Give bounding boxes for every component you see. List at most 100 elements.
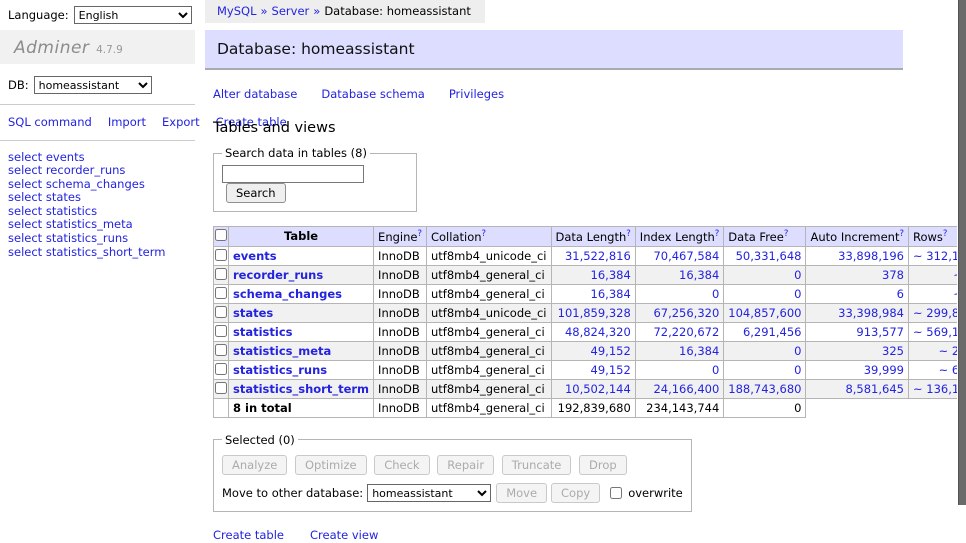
auto_increment-link[interactable]: 325 [882,344,904,358]
create-table-link[interactable]: Create table [213,528,284,542]
data_length-link[interactable]: 101,859,328 [558,306,631,320]
language-select[interactable]: English [74,6,192,24]
move-row: Move to other database:homeassistantMove… [222,483,683,503]
analyze-button[interactable]: Analyze [222,455,287,475]
help-icon[interactable]: ? [482,229,487,239]
index_length-link[interactable]: 0 [712,287,719,301]
data_free-link[interactable]: 6,291,456 [743,325,802,339]
row-checkbox[interactable] [215,325,227,337]
vertical-scrollbar-thumb[interactable] [958,0,966,505]
optimize-button[interactable]: Optimize [295,455,367,475]
search-button[interactable]: Search [226,183,286,203]
check-button[interactable]: Check [374,455,429,475]
auto_increment-link[interactable]: 33,898,196 [838,249,904,263]
index_length-link[interactable]: 67,256,320 [653,306,719,320]
index_length-link[interactable]: 70,467,584 [653,249,719,263]
brand-version[interactable]: 4.7.9 [96,44,123,56]
auto_increment-link[interactable]: 8,581,645 [845,382,904,396]
data_free-link[interactable]: 188,743,680 [728,382,801,396]
breadcrumb-link-server[interactable]: Server [272,4,310,18]
alter-database-link[interactable]: Alter database [213,87,297,101]
create-view-link[interactable]: Create view [310,528,378,542]
repair-button[interactable]: Repair [437,455,494,475]
sidebar-item-select-states[interactable]: select states [8,191,195,205]
data_length-link[interactable]: 48,824,320 [565,325,631,339]
collation-cell: utf8mb4_general_ci [426,265,551,284]
vertical-scrollbar-track[interactable] [957,0,966,543]
search-input[interactable] [222,165,364,183]
auto_increment-cell: 325 [806,341,909,360]
data_length-link[interactable]: 16,384 [591,268,631,282]
copy-button[interactable]: Copy [551,483,600,503]
help-icon[interactable]: ? [784,229,789,239]
auto_increment-cell: 378 [806,265,909,284]
auto_increment-link[interactable]: 913,577 [856,325,904,339]
sidebar-link-import[interactable]: Import [108,115,146,129]
data_free-link[interactable]: 0 [794,344,801,358]
sidebar-link-sql-command[interactable]: SQL command [8,115,92,129]
help-icon[interactable]: ? [899,229,904,239]
database-schema-link[interactable]: Database schema [321,87,424,101]
index_length-link[interactable]: 72,220,672 [653,325,719,339]
data_length-cell: 49,152 [551,341,635,360]
sidebar-item-select-recorder-runs[interactable]: select recorder_runs [8,164,195,178]
drop-button[interactable]: Drop [579,455,627,475]
sidebar-item-select-statistics-meta[interactable]: select statistics_meta [8,218,195,232]
data_free-link[interactable]: 0 [794,268,801,282]
row-checkbox[interactable] [215,306,227,318]
db-select[interactable]: homeassistant [34,76,152,94]
row-checkbox[interactable] [215,249,227,261]
sidebar-item-select-events[interactable]: select events [8,151,195,165]
help-icon[interactable]: ? [943,229,948,239]
data_free-link[interactable]: 50,331,648 [736,249,802,263]
select-all-checkbox[interactable] [215,229,227,241]
row-checkbox[interactable] [215,344,227,356]
move-button[interactable]: Move [496,483,547,503]
auto_increment-link[interactable]: 378 [882,268,904,282]
table-link[interactable]: statistics_meta [233,344,331,358]
sidebar-item-select-statistics[interactable]: select statistics [8,205,195,219]
table-link[interactable]: statistics_runs [233,363,327,377]
help-icon[interactable]: ? [417,229,422,239]
sidebar-item-select-statistics-runs[interactable]: select statistics_runs [8,232,195,246]
data_length-link[interactable]: 49,152 [591,363,631,377]
table-link[interactable]: recorder_runs [233,268,323,282]
row-checkbox[interactable] [215,382,227,394]
move-database-select[interactable]: homeassistant [367,484,491,502]
table-link[interactable]: states [233,306,273,320]
collation-cell: utf8mb4_general_ci [426,322,551,341]
table-link[interactable]: schema_changes [233,287,342,301]
auto_increment-link[interactable]: 39,999 [864,363,904,377]
data_free-link[interactable]: 0 [794,363,801,377]
table-link[interactable]: events [233,249,277,263]
data_length-link[interactable]: 31,522,816 [565,249,631,263]
index_length-link[interactable]: 24,166,400 [653,382,719,396]
index_length-link[interactable]: 16,384 [679,268,719,282]
overwrite-checkbox[interactable] [610,487,622,499]
auto_increment-link[interactable]: 33,398,984 [838,306,904,320]
index_length-link[interactable]: 16,384 [679,344,719,358]
row-checkbox[interactable] [215,268,227,280]
total-row: 8 in totalInnoDButf8mb4_general_ci192,83… [214,398,966,417]
table-link[interactable]: statistics_short_term [233,382,369,396]
row-checkbox[interactable] [215,287,227,299]
data_length-link[interactable]: 16,384 [591,287,631,301]
data_length-link[interactable]: 10,502,144 [565,382,631,396]
sidebar-link-export[interactable]: Export [162,115,200,129]
row-checkbox[interactable] [215,363,227,375]
privileges-link[interactable]: Privileges [449,87,504,101]
auto_increment-link[interactable]: 6 [897,287,904,301]
data_free-link[interactable]: 0 [794,287,801,301]
table-name-cell: recorder_runs [229,265,374,284]
data_free-link[interactable]: 104,857,600 [728,306,801,320]
sidebar-item-select-statistics-short-term[interactable]: select statistics_short_term [8,246,195,260]
help-icon[interactable]: ? [626,229,631,239]
truncate-button[interactable]: Truncate [502,455,572,475]
sidebar-item-select-schema-changes[interactable]: select schema_changes [8,178,195,192]
breadcrumb-link-mysql[interactable]: MySQL [217,4,257,18]
total-engine-cell: InnoDB [374,398,427,417]
table-link[interactable]: statistics [233,325,293,339]
index_length-link[interactable]: 0 [712,363,719,377]
help-icon[interactable]: ? [715,229,720,239]
data_length-link[interactable]: 49,152 [591,344,631,358]
